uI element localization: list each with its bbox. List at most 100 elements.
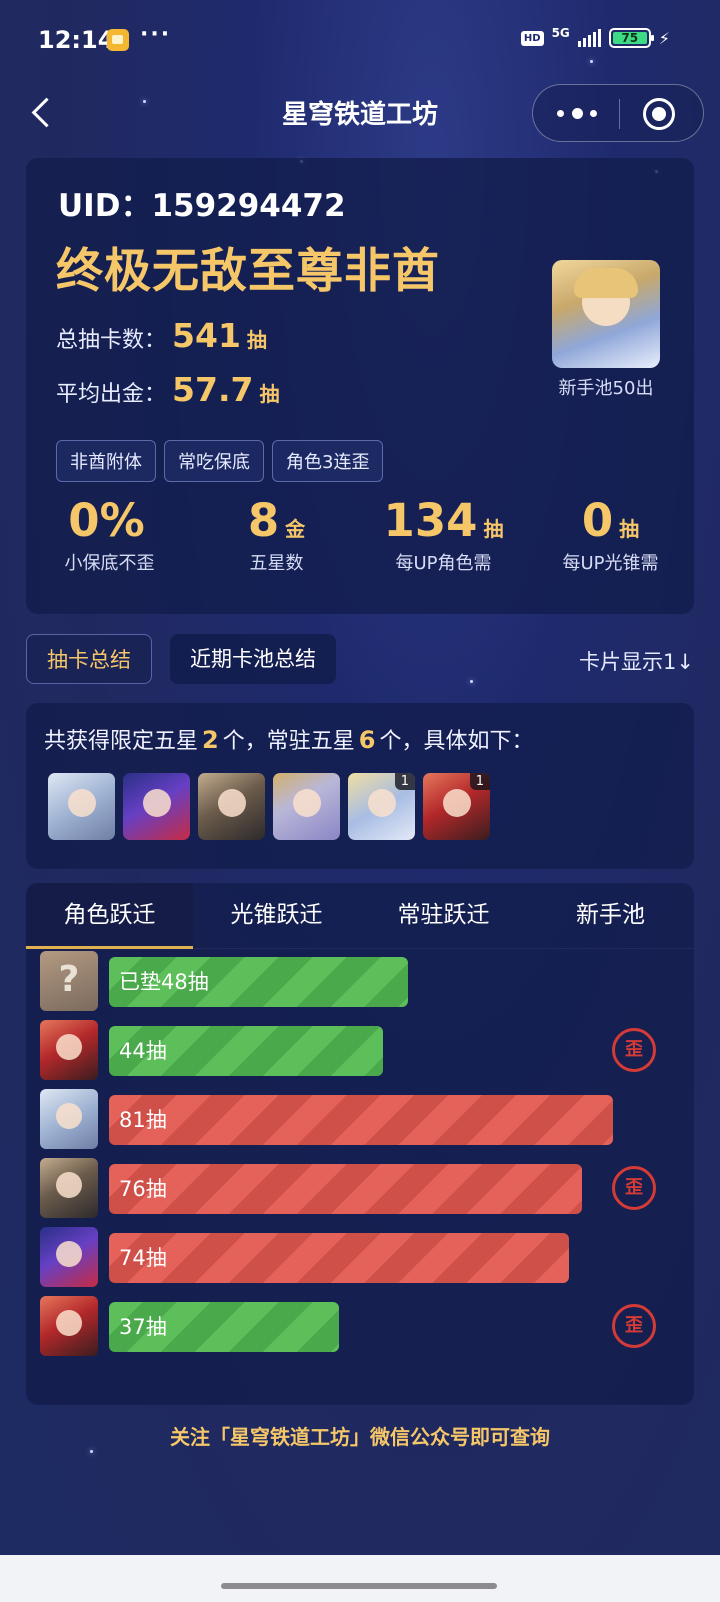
character-thumbnail[interactable] — [48, 773, 115, 840]
character-portrait — [143, 789, 171, 817]
stat-value: 0 — [581, 494, 614, 547]
avatar-caption: 新手池50出 — [558, 378, 654, 399]
character-thumbnail[interactable] — [123, 773, 190, 840]
five-star-summary-card: 共获得限定五星 2 个，常驻五星 6 个，具体如下： 1 1 — [26, 703, 694, 869]
battery-level: 75 — [612, 32, 647, 44]
total-pulls-label: 总抽卡数： — [56, 328, 167, 353]
status-bar: 12:14 ··· HD 5G 75 ⚡ — [0, 0, 720, 80]
pull-count-bar: 44抽 — [109, 1026, 383, 1076]
tag: 非酋附体 — [56, 440, 156, 482]
capsule-divider — [619, 99, 620, 129]
pull-count-bar: 76抽 — [109, 1164, 582, 1214]
average-pulls-row: 平均出金： 57.7 抽 — [56, 370, 279, 409]
character-avatar — [40, 1158, 98, 1218]
pull-count-bar: 74抽 — [109, 1233, 569, 1283]
warp-row: ? 已垫48抽 — [40, 951, 680, 1011]
tab-beginner-warp[interactable]: 新手池 — [527, 883, 694, 948]
character-avatar — [40, 1020, 98, 1080]
stat-item: 0% 小保底不歪 — [26, 494, 193, 575]
stat-unit: 金 — [285, 517, 306, 541]
character-thumbnail[interactable] — [273, 773, 340, 840]
character-portrait — [56, 1310, 82, 1336]
stat-value: 134 — [383, 494, 478, 547]
character-thumbnail[interactable]: 1 — [423, 773, 490, 840]
stat-item: 0抽 每UP光锥需 — [527, 494, 694, 575]
stat-label: 每UP光锥需 — [562, 553, 659, 574]
stat-unit: 抽 — [619, 517, 640, 541]
uid-label: UID：159294472 — [58, 188, 346, 224]
summary-suffix: 个，具体如下： — [379, 729, 534, 754]
tab-pull-summary[interactable]: 抽卡总结 — [26, 634, 152, 684]
tab-recent-banner-summary[interactable]: 近期卡池总结 — [170, 634, 336, 684]
charging-icon: ⚡ — [658, 28, 670, 48]
lost-5050-badge: 歪 — [612, 1304, 656, 1348]
more-menu-icon[interactable] — [557, 101, 597, 125]
character-portrait — [218, 789, 246, 817]
character-avatar — [40, 1089, 98, 1149]
character-portrait — [368, 789, 396, 817]
tag-list: 非酋附体 常吃保底 角色3连歪 — [56, 440, 384, 482]
average-pulls-label: 平均出金： — [56, 382, 167, 407]
home-indicator-bar — [0, 1555, 720, 1602]
average-pulls-unit: 抽 — [259, 382, 280, 406]
tag: 角色3连歪 — [272, 440, 384, 482]
summary-prefix: 共获得限定五星 — [44, 729, 199, 754]
tag: 常吃保底 — [164, 440, 264, 482]
character-thumbnail[interactable] — [198, 773, 265, 840]
tab-light-cone-warp[interactable]: 光锥跃迁 — [193, 883, 360, 948]
stat-label: 每UP角色需 — [395, 553, 492, 574]
battery-icon: 75 — [608, 28, 654, 48]
warp-row: 81抽 — [40, 1089, 680, 1149]
signal-icon — [577, 29, 601, 47]
limited-count: 2 — [202, 726, 219, 754]
total-pulls-unit: 抽 — [246, 328, 267, 352]
question-mark-icon: ? — [58, 959, 80, 1000]
unknown-character-avatar: ? — [40, 951, 98, 1011]
average-pulls-value: 57.7 — [172, 370, 254, 409]
rank-title: 终极无敌至尊非酋 — [56, 244, 440, 299]
character-portrait — [56, 1103, 82, 1129]
character-portrait — [68, 789, 96, 817]
total-pulls-value: 541 — [172, 316, 241, 355]
warp-row: 44抽 歪 — [40, 1020, 680, 1080]
duplicate-count-badge: 1 — [394, 773, 415, 790]
pull-count-bar: 37抽 — [109, 1302, 339, 1352]
character-avatar — [552, 260, 660, 368]
card-display-toggle[interactable]: 卡片显示1↓ — [579, 646, 694, 676]
character-avatar — [40, 1296, 98, 1356]
navigation-bar: 星穹铁道工坊 — [0, 82, 720, 142]
lost-5050-badge: 歪 — [612, 1028, 656, 1072]
tab-standard-warp[interactable]: 常驻跃迁 — [360, 883, 527, 948]
stats-summary: 0% 小保底不歪 8金 五星数 134 抽 每UP角色需 0抽 每UP光锥需 — [26, 494, 694, 575]
character-portrait — [443, 789, 471, 817]
profile-card: UID：159294472 终极无敌至尊非酋 总抽卡数： 541 抽 平均出金： 57… — [26, 158, 694, 614]
summary-mid: 个，常驻五星 — [222, 729, 355, 754]
stat-item: 8金 五星数 — [193, 494, 360, 575]
summary-sentence: 共获得限定五星 2 个，常驻五星 6 个，具体如下： — [44, 723, 533, 755]
stat-label: 小保底不歪 — [64, 553, 155, 574]
warp-row: 37抽 歪 — [40, 1296, 680, 1356]
stat-unit: 抽 — [483, 517, 504, 541]
notification-app-icon — [107, 29, 129, 51]
close-program-icon[interactable] — [643, 98, 675, 130]
warp-row: 74抽 — [40, 1227, 680, 1287]
status-time: 12:14 — [38, 26, 115, 54]
warp-row: 76抽歪 — [40, 1158, 680, 1218]
network-type: 5G — [551, 26, 570, 40]
warp-records-card: 角色跃迁 光锥跃迁 常驻跃迁 新手池 ? 已垫48抽 44抽歪 81抽 76抽歪 74抽 3… — [26, 883, 694, 1405]
character-avatar — [40, 1227, 98, 1287]
pull-count-bar: 81抽 — [109, 1095, 613, 1145]
character-thumbnail[interactable]: 1 — [348, 773, 415, 840]
lost-5050-badge: 歪 — [612, 1166, 656, 1210]
mini-program-capsule — [532, 84, 704, 142]
character-portrait — [56, 1172, 82, 1198]
character-portrait — [56, 1034, 82, 1060]
stat-value: 0% — [68, 494, 145, 547]
warp-tabs: 角色跃迁 光锥跃迁 常驻跃迁 新手池 — [26, 883, 694, 949]
character-portrait — [56, 1241, 82, 1267]
duplicate-count-badge: 1 — [469, 773, 490, 790]
status-indicators: HD 5G 75 ⚡ — [520, 26, 670, 48]
standard-count: 6 — [358, 726, 376, 754]
character-portrait — [293, 789, 321, 817]
tab-character-warp[interactable]: 角色跃迁 — [26, 883, 193, 949]
